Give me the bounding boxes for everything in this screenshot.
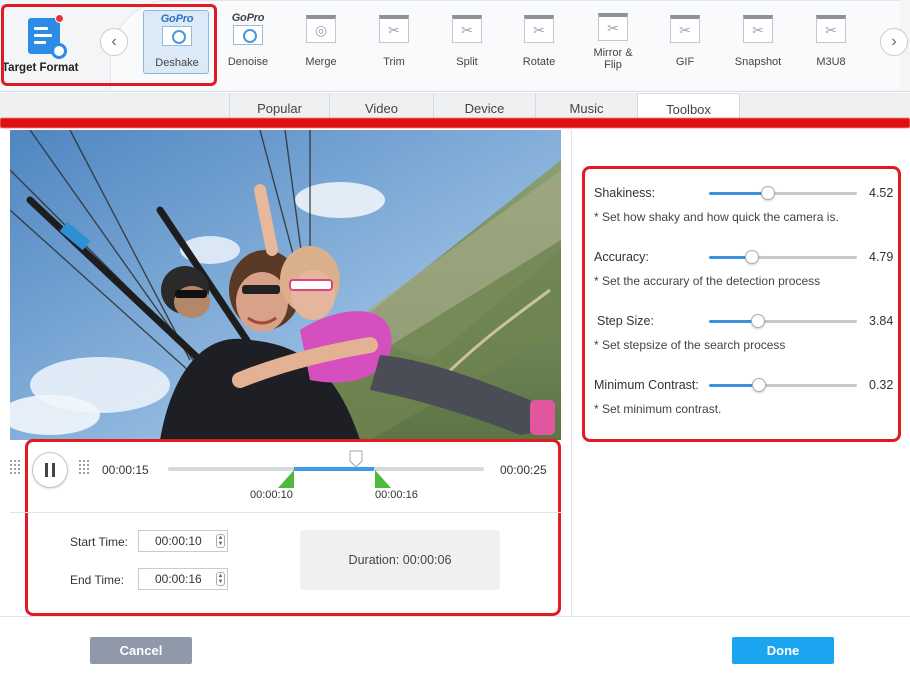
- tool-gif[interactable]: ✂ GIF: [652, 10, 718, 74]
- end-time-input[interactable]: 00:00:16 ▲ ▼: [138, 568, 228, 590]
- tool-denoise[interactable]: GoPro Denoise: [215, 10, 281, 74]
- setting-hint: * Set stepsize of the search process: [594, 338, 786, 352]
- grip-left-icon[interactable]: [10, 460, 22, 476]
- start-time-input[interactable]: 00:00:10 ▲ ▼: [138, 530, 228, 552]
- slider-knob[interactable]: [750, 314, 765, 328]
- toolbar: Target Format ‹ GoPro Deshake GoPro Deno…: [0, 0, 910, 92]
- m3u8-icon: ✂: [816, 15, 846, 43]
- tool-trim[interactable]: ✂ Trim: [361, 10, 427, 74]
- timeline-track[interactable]: [168, 467, 484, 471]
- start-time-value: 00:00:10: [155, 534, 202, 548]
- accuracy-slider[interactable]: [709, 250, 857, 264]
- gif-icon: ✂: [670, 15, 700, 43]
- setting-label: Accuracy:: [594, 250, 649, 264]
- duration-display: Duration: 00:00:06: [300, 530, 500, 590]
- rotate-icon: ✂: [524, 15, 554, 43]
- gopro-denoise-icon: [233, 25, 263, 45]
- split-icon: ✂: [452, 15, 482, 43]
- tool-snapshot[interactable]: ✂ Snapshot: [725, 10, 791, 74]
- playhead-handle[interactable]: [349, 450, 363, 468]
- done-button[interactable]: Done: [732, 637, 834, 664]
- total-time: 00:00:25: [500, 463, 547, 477]
- scroll-right-button[interactable]: ›: [880, 28, 908, 56]
- panel-divider: [571, 130, 572, 615]
- tool-mirror-flip[interactable]: ✂ Mirror & Flip: [580, 10, 646, 74]
- pause-button[interactable]: [32, 452, 68, 488]
- slider-knob[interactable]: [752, 378, 767, 392]
- setting-label: Minimum Contrast:: [594, 378, 699, 392]
- setting-hint: * Set minimum contrast.: [594, 402, 722, 416]
- trim-icon: ✂: [379, 15, 409, 43]
- highlight-bar: [0, 118, 910, 128]
- tool-label: GIF: [675, 56, 695, 68]
- shakiness-slider[interactable]: [709, 186, 857, 200]
- controls-divider: [10, 512, 561, 513]
- setting-value: 4.79: [869, 250, 894, 264]
- tool-label: Split: [456, 56, 478, 68]
- setting-value: 3.84: [869, 314, 894, 328]
- gopro-logo: GoPro: [231, 12, 265, 24]
- slider-knob[interactable]: [744, 250, 759, 264]
- tool-label: M3U8: [816, 56, 846, 68]
- end-time-label: End Time:: [70, 573, 125, 587]
- start-marker-time: 00:00:10: [250, 489, 293, 501]
- slider-knob[interactable]: [761, 186, 776, 200]
- end-time-value: 00:00:16: [155, 572, 202, 586]
- end-marker-time: 00:00:16: [375, 489, 418, 501]
- setting-label: Shakiness:: [594, 186, 656, 200]
- setting-hint: * Set the accurary of the detection proc…: [594, 274, 821, 288]
- cancel-button[interactable]: Cancel: [90, 637, 192, 664]
- duration-value: 00:00:06: [402, 553, 452, 567]
- step-size-slider[interactable]: [709, 314, 857, 328]
- highlight-target-format: [1, 4, 217, 86]
- tool-label: Denoise: [227, 56, 269, 68]
- chevron-right-icon: ›: [891, 33, 897, 50]
- end-time-stepper-icon[interactable]: ▲ ▼: [216, 572, 225, 586]
- merge-icon: ◎: [306, 15, 336, 43]
- tool-label: Snapshot: [734, 56, 782, 68]
- tool-label: Trim: [383, 56, 405, 68]
- setting-label: Step Size:: [597, 314, 654, 328]
- current-time: 00:00:15: [102, 463, 149, 477]
- tool-label: Rotate: [522, 56, 556, 68]
- snapshot-icon: ✂: [743, 15, 773, 43]
- setting-value: 0.32: [869, 378, 894, 392]
- setting-value: 4.52: [869, 186, 894, 200]
- start-time-label: Start Time:: [70, 535, 129, 549]
- deshake-settings-panel: Shakiness: 4.52 * Set how shaky and how …: [582, 166, 901, 442]
- start-time-stepper-icon[interactable]: ▲ ▼: [216, 534, 225, 548]
- tool-split[interactable]: ✂ Split: [434, 10, 500, 74]
- duration-label: Duration:: [348, 553, 400, 567]
- paragliding-image: [10, 130, 561, 440]
- minimum-contrast-slider[interactable]: [709, 378, 857, 392]
- tool-m3u8[interactable]: ✂ M3U8: [798, 10, 864, 74]
- tool-label: Mirror & Flip: [593, 47, 633, 71]
- grip-right-icon[interactable]: [79, 460, 91, 476]
- video-preview: [10, 130, 561, 440]
- tool-merge[interactable]: ◎ Merge: [288, 10, 354, 74]
- mirror-flip-icon: ✂: [598, 13, 628, 41]
- tool-label: Merge: [305, 56, 337, 68]
- setting-hint: * Set how shaky and how quick the camera…: [594, 210, 839, 224]
- tool-rotate[interactable]: ✂ Rotate: [506, 10, 572, 74]
